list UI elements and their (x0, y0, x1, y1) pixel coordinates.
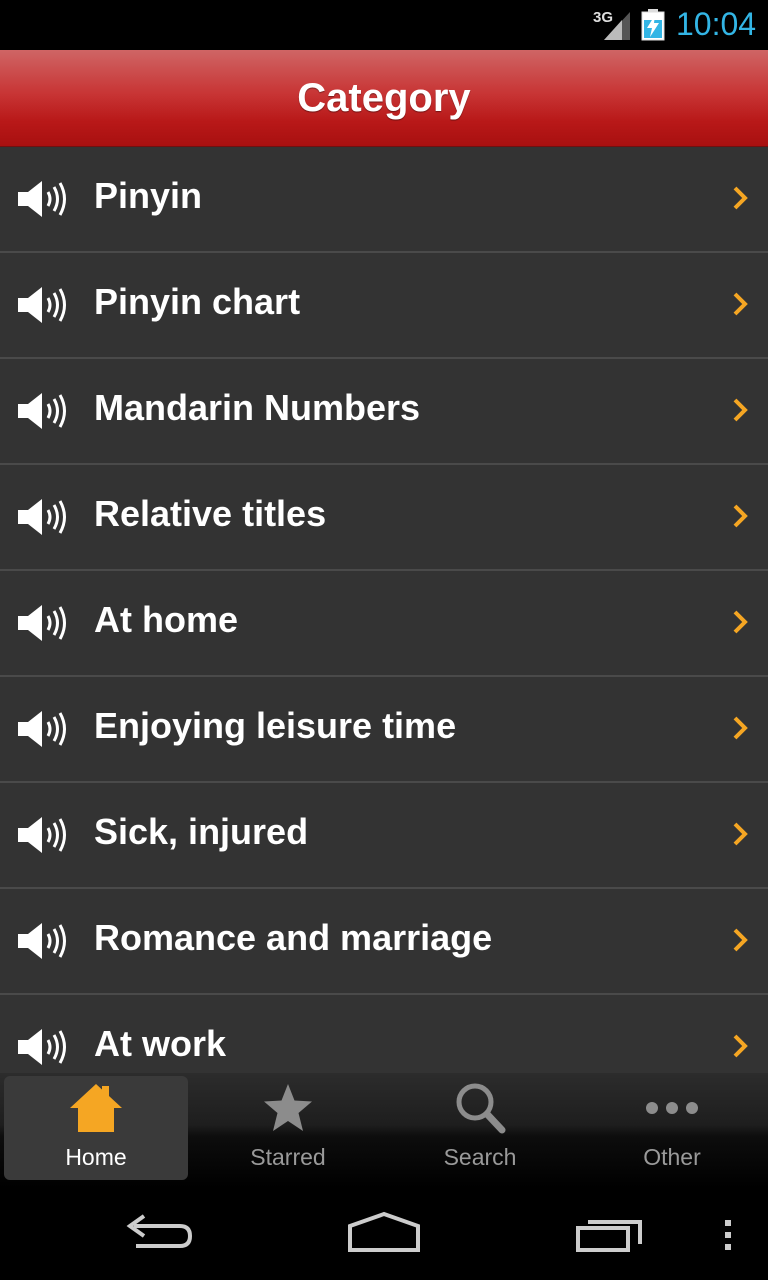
list-item-label: Mandarin Numbers (94, 387, 421, 428)
tab-other-label: Other (643, 1144, 701, 1170)
list-item[interactable]: Pinyin (0, 147, 768, 253)
nav-home-icon[interactable] (346, 1206, 422, 1262)
app-screen: 3G 10:04 Category Pinyin Pinyin chart Ma… (0, 0, 768, 1280)
list-item-label: Relative titles (94, 493, 327, 534)
chevron-right-icon (733, 186, 748, 210)
back-icon[interactable] (122, 1206, 196, 1262)
tab-search[interactable]: Search (388, 1076, 572, 1180)
list-item-label: Pinyin chart (94, 281, 301, 322)
list-item-label: Pinyin (94, 175, 203, 216)
list-item[interactable]: Romance and marriage (0, 889, 768, 995)
tab-starred-label: Starred (250, 1144, 326, 1170)
battery-charging-icon (641, 9, 665, 41)
list-item[interactable]: Relative titles (0, 465, 768, 571)
app-header: Category (0, 50, 768, 147)
list-item-label: At work (94, 1023, 227, 1064)
more-dots-icon (646, 1102, 698, 1114)
tab-home[interactable]: Home (4, 1076, 188, 1180)
list-item-label: Sick, injured (94, 811, 309, 852)
list-item[interactable]: Enjoying leisure time (0, 677, 768, 783)
speaker-icon[interactable] (16, 1027, 68, 1067)
tab-starred[interactable]: Starred (196, 1076, 380, 1180)
speaker-icon[interactable] (16, 497, 68, 537)
list-item[interactable]: At home (0, 571, 768, 677)
page-title: Category (297, 76, 471, 120)
search-icon (456, 1083, 506, 1134)
chevron-right-icon (733, 1034, 748, 1058)
tab-other[interactable]: Other (580, 1076, 764, 1180)
speaker-icon[interactable] (16, 709, 68, 749)
overflow-menu-icon[interactable] (720, 1206, 736, 1262)
signal-bars-icon (604, 12, 630, 40)
list-item[interactable]: Sick, injured (0, 783, 768, 889)
speaker-icon[interactable] (16, 921, 68, 961)
list-item-label: At home (94, 599, 238, 640)
tab-home-label: Home (65, 1144, 127, 1170)
bottom-tab-bar: Home Starred Search Other (0, 1073, 768, 1188)
list-item[interactable]: At work (0, 995, 768, 1073)
recent-apps-icon[interactable] (574, 1206, 648, 1262)
chevron-right-icon (733, 716, 748, 740)
speaker-icon[interactable] (16, 603, 68, 643)
chevron-right-icon (733, 610, 748, 634)
chevron-right-icon (733, 292, 748, 316)
navigation-bar (0, 1188, 768, 1280)
status-time: 10:04 (676, 6, 757, 42)
list-item-label: Enjoying leisure time (94, 705, 457, 746)
chevron-right-icon (733, 504, 748, 528)
status-bar: 3G 10:04 (0, 0, 768, 50)
speaker-icon[interactable] (16, 179, 68, 219)
speaker-icon[interactable] (16, 815, 68, 855)
tab-search-label: Search (443, 1144, 517, 1170)
list-item[interactable]: Mandarin Numbers (0, 359, 768, 465)
chevron-right-icon (733, 928, 748, 952)
list-item[interactable]: Pinyin chart (0, 253, 768, 359)
star-icon (264, 1084, 312, 1131)
home-icon (70, 1084, 122, 1132)
chevron-right-icon (733, 822, 748, 846)
list-item-label: Romance and marriage (94, 917, 493, 958)
speaker-icon[interactable] (16, 391, 68, 431)
category-list[interactable]: Pinyin Pinyin chart Mandarin Numbers Rel… (0, 147, 768, 1073)
speaker-icon[interactable] (16, 285, 68, 325)
chevron-right-icon (733, 398, 748, 422)
